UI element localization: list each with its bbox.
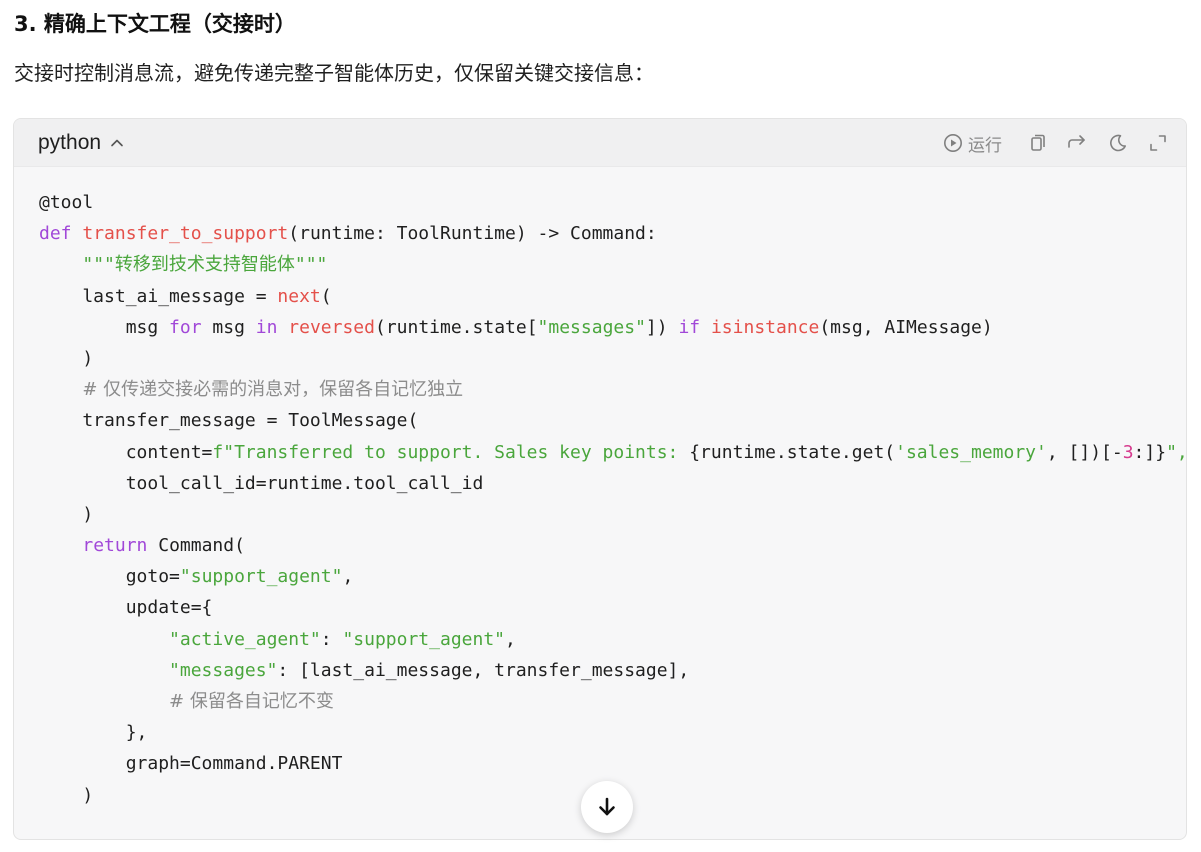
code-token: transfer_message = ToolMessage( (39, 410, 419, 432)
code-line: }, (39, 717, 1186, 748)
code-token: "support_agent" (342, 628, 506, 650)
code-token: content= (39, 441, 213, 463)
copy-icon (1031, 134, 1045, 151)
intro-paragraph: 交接时控制消息流，避免传递完整子智能体历史，仅保留关键交接信息： (14, 61, 654, 85)
code-token: if (678, 316, 701, 338)
code-token: ) (39, 347, 94, 369)
code-token: isinstance (710, 316, 820, 338)
code-token: :]} (1133, 441, 1167, 463)
code-token: }, (39, 722, 148, 744)
code-line: transfer_message = ToolMessage( (39, 405, 1186, 436)
code-line: """转移到技术支持智能体""" (39, 249, 1186, 280)
code-line: ) (39, 499, 1186, 530)
section-heading: 3. 精确上下文工程（交接时） (14, 12, 296, 36)
code-token: "active_agent" (169, 628, 321, 650)
code-line: ) (39, 343, 1186, 374)
language-toggle[interactable]: python (38, 129, 125, 157)
code-token: Command( (147, 535, 245, 557)
code-token: ( (320, 285, 332, 307)
code-token: last_ai_message = (39, 285, 278, 307)
code-token: return (82, 535, 148, 557)
code-token: (runtime: ToolRuntime) -> Command: (288, 223, 657, 245)
run-button[interactable]: 运行 (943, 131, 1002, 156)
code-token: def (39, 223, 83, 245)
code-token: "support_agent" (179, 566, 343, 588)
code-token: ) (39, 503, 94, 525)
wrap-button[interactable] (1066, 133, 1088, 153)
code-line: tool_call_id=runtime.tool_call_id (39, 468, 1186, 499)
code-token: "messages" (537, 316, 646, 338)
code-token: {runtime.state.get( (689, 441, 896, 463)
wrap-arrow-icon (1068, 135, 1085, 148)
code-token: transfer_to_support (82, 223, 289, 245)
moon-icon (1110, 134, 1126, 152)
code-line: # 保留各自记忆不变 (39, 686, 1186, 717)
code-token: reversed (288, 316, 375, 338)
code-token: """转移到技术支持智能体""" (82, 254, 328, 276)
code-token: goto= (39, 566, 180, 588)
code-line: graph=Command.PARENT (39, 748, 1186, 779)
code-token: in (255, 316, 278, 338)
code-toolbar: 运行 (943, 129, 1168, 157)
code-token: (msg, AIMessage) (819, 316, 993, 338)
code-token: f"Transferred to support. Sales key poin… (212, 441, 690, 463)
theme-button[interactable] (1108, 133, 1128, 153)
code-token: (runtime.state[ (374, 316, 538, 338)
code-line: # 仅传递交接必需的消息对，保留各自记忆独立 (39, 374, 1186, 405)
code-token: , (342, 566, 354, 588)
code-line: content=f"Transferred to support. Sales … (39, 437, 1186, 468)
code-block: python 运行 @tool def transfer_to_support(… (13, 118, 1187, 840)
code-token: tool_call_id=runtime.tool_call_id (39, 472, 484, 494)
code-token: # 仅传递交接必需的消息对，保留各自记忆独立 (82, 379, 464, 401)
chevron-up-icon (111, 139, 123, 147)
expand-icon (1150, 135, 1166, 151)
code-token: ", (1166, 441, 1187, 463)
code-line: "active_agent": "support_agent", (39, 624, 1186, 655)
code-token: next (277, 285, 321, 307)
arrow-down-icon (599, 797, 615, 816)
expand-button[interactable] (1148, 133, 1168, 153)
code-token: ]) (645, 316, 679, 338)
scroll-down-button[interactable] (581, 781, 633, 833)
code-token: msg (39, 316, 170, 338)
language-label: python (38, 131, 102, 154)
code-token: "messages" (169, 659, 278, 681)
code-token: : (320, 628, 343, 650)
code-token: graph=Command.PARENT (39, 753, 343, 775)
code-token: 3 (1122, 441, 1134, 463)
code-token: , (505, 628, 516, 650)
code-line: msg for msg in reversed(runtime.state["m… (39, 312, 1186, 343)
code-line: return Command( (39, 530, 1186, 561)
code-token: ) (39, 784, 94, 806)
code-token: 'sales_memory' (895, 441, 1047, 463)
run-label: 运行 (968, 135, 1002, 156)
code-token: msg (201, 316, 256, 338)
code-line: "messages": [last_ai_message, transfer_m… (39, 655, 1186, 686)
code-line: last_ai_message = next( (39, 281, 1186, 312)
copy-button[interactable] (1026, 133, 1046, 153)
code-token: : [last_ai_message, transfer_message], (277, 659, 690, 681)
code-token: @tool (39, 192, 94, 213)
code-token: update={ (39, 597, 213, 619)
code-content[interactable]: @tool def transfer_to_support(runtime: To… (39, 187, 1186, 811)
play-circle-icon (944, 134, 962, 152)
code-block-header: python 运行 (14, 119, 1186, 167)
code-token: , [])[- (1046, 441, 1123, 463)
code-token: # 保留各自记忆不变 (169, 691, 334, 712)
code-token: for (169, 316, 202, 338)
code-line: update={ (39, 592, 1186, 623)
code-line: goto="support_agent", (39, 561, 1186, 592)
code-line: def transfer_to_support(runtime: ToolRun… (39, 218, 1186, 249)
code-line: @tool (39, 187, 1186, 218)
